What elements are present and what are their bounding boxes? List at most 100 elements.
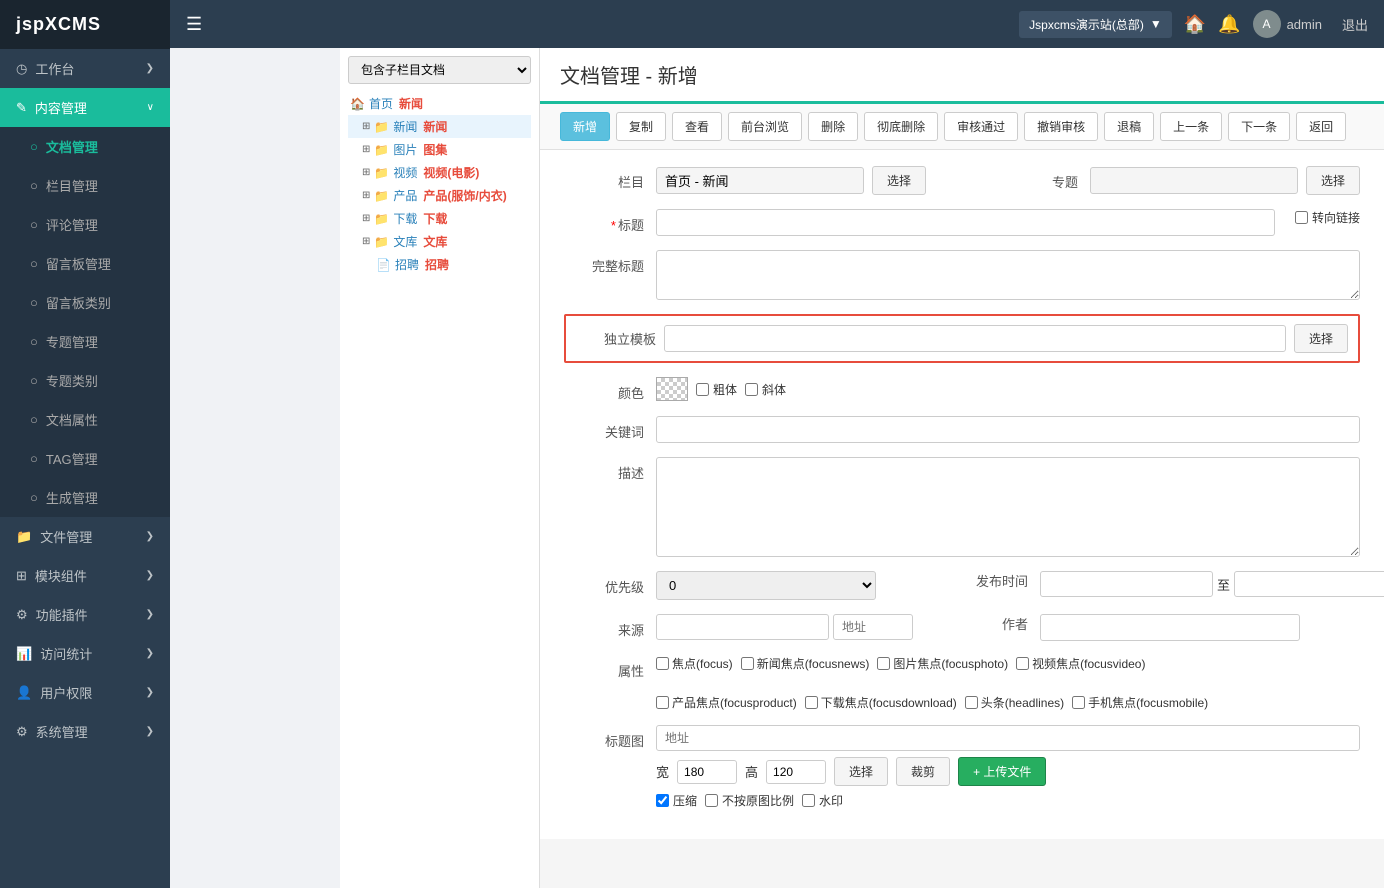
source-name-input[interactable] (656, 614, 829, 640)
watermark-checkbox[interactable] (802, 794, 815, 807)
tree-node-photo[interactable]: ⊞ 📁 图片 图集 (348, 138, 531, 161)
thumb-crop-button[interactable]: 裁剪 (896, 757, 950, 786)
delete-button[interactable]: 删除 (808, 112, 858, 141)
tree-node-label: 图片 (393, 141, 417, 158)
add-button[interactable]: 新增 (560, 112, 610, 141)
thumb-select-button[interactable]: 选择 (834, 757, 888, 786)
attr-focusproduct-checkbox[interactable] (656, 696, 669, 709)
sidebar-item-comment-mgr[interactable]: ○ 评论管理 (0, 205, 170, 244)
attr-focusvideo-checkbox[interactable] (1016, 657, 1029, 670)
preview-button[interactable]: 前台浏览 (728, 112, 802, 141)
keywords-input[interactable] (656, 416, 1360, 443)
file-doc-icon: 📄 (376, 258, 391, 272)
watermark-checkbox-group: 水印 (802, 792, 843, 809)
author-input[interactable] (1040, 614, 1300, 641)
italic-label: 斜体 (762, 381, 786, 398)
sidebar-item-file-mgr[interactable]: 📁 文件管理 ❯ (0, 517, 170, 556)
compress-checkbox[interactable] (656, 794, 669, 807)
back-button[interactable]: 返回 (1296, 112, 1346, 141)
no-ratio-checkbox[interactable] (705, 794, 718, 807)
attr-label: 属性 (564, 655, 644, 680)
site-selector[interactable]: Jspxcms演示站(总部) ▼ (1019, 11, 1172, 38)
delete-perm-button[interactable]: 彻底删除 (864, 112, 938, 141)
sidebar-item-guestbook-cat[interactable]: ○ 留言板类别 (0, 283, 170, 322)
attr-focusphoto: 图片焦点(focusphoto) (877, 655, 1008, 672)
italic-group: 斜体 (745, 381, 786, 398)
tree-node-suffix: 招聘 (425, 256, 449, 273)
source-addr-input[interactable] (833, 614, 913, 640)
priority-select[interactable]: 0 1 2 3 4 5 (656, 571, 876, 600)
tree-node-library[interactable]: ⊞ 📁 文库 文库 (348, 230, 531, 253)
sidebar-item-content[interactable]: ✎ 内容管理 ∨ (0, 88, 170, 127)
attr-focusdownload-checkbox[interactable] (805, 696, 818, 709)
standalone-input[interactable] (664, 325, 1286, 352)
sidebar-item-topic-cat[interactable]: ○ 专题类别 (0, 361, 170, 400)
tree-node-news[interactable]: ⊞ 📁 新闻 新闻 (348, 115, 531, 138)
circle-icon: ○ (30, 412, 38, 427)
sidebar-item-topic-mgr[interactable]: ○ 专题管理 (0, 322, 170, 361)
bold-checkbox[interactable] (696, 383, 709, 396)
sidebar-item-tag-mgr[interactable]: ○ TAG管理 (0, 439, 170, 478)
sidebar-item-plugin[interactable]: ⚙ 功能插件 ❯ (0, 595, 170, 634)
next-button[interactable]: 下一条 (1228, 112, 1290, 141)
bold-label: 粗体 (713, 381, 737, 398)
chevron-icon: ❯ (146, 726, 154, 737)
view-button[interactable]: 查看 (672, 112, 722, 141)
thumb-width-input[interactable] (677, 760, 737, 784)
attr-focusmobile-checkbox[interactable] (1072, 696, 1085, 709)
redirect-checkbox[interactable] (1295, 211, 1308, 224)
category-input[interactable] (656, 167, 864, 194)
sidebar-item-doc-attr[interactable]: ○ 文档属性 (0, 400, 170, 439)
title-input[interactable] (656, 209, 1275, 236)
sidebar-label: 专题管理 (46, 332, 98, 351)
logout-button[interactable]: 退出 (1342, 15, 1368, 34)
upload-button[interactable]: + 上传文件 (958, 757, 1046, 786)
tree-node-home[interactable]: 🏠 首页 新闻 (348, 92, 531, 115)
topic-input[interactable] (1090, 167, 1298, 194)
sidebar-item-module[interactable]: ⊞ 模块组件 ❯ (0, 556, 170, 595)
withdraw-button[interactable]: 退稿 (1104, 112, 1154, 141)
thumb-height-input[interactable] (766, 760, 826, 784)
publish-end-input[interactable] (1234, 571, 1384, 597)
tree-node-suffix: 新闻 (423, 118, 447, 135)
sidebar-label: 文件管理 (40, 527, 92, 546)
copy-button[interactable]: 复制 (616, 112, 666, 141)
sidebar-item-guestbook-mgr[interactable]: ○ 留言板管理 (0, 244, 170, 283)
bell-icon[interactable]: 🔔 (1218, 14, 1240, 35)
attr-headlines-checkbox[interactable] (965, 696, 978, 709)
hamburger-icon[interactable]: ☰ (186, 14, 202, 35)
sidebar-item-sys[interactable]: ⚙ 系统管理 ❯ (0, 712, 170, 751)
topic-label: 专题 (998, 166, 1078, 191)
sidebar-item-stats[interactable]: 📊 访问统计 ❯ (0, 634, 170, 673)
no-ratio-checkbox-group: 不按原图比例 (705, 792, 794, 809)
color-picker[interactable] (656, 377, 688, 401)
tree-node-video[interactable]: ⊞ 📁 视频 视频(电影) (348, 161, 531, 184)
topic-select-button[interactable]: 选择 (1306, 166, 1360, 195)
attr-focus-checkbox[interactable] (656, 657, 669, 670)
italic-checkbox[interactable] (745, 383, 758, 396)
category-select-button[interactable]: 选择 (872, 166, 926, 195)
attr-focusnews-checkbox[interactable] (741, 657, 754, 670)
full-title-textarea[interactable] (656, 250, 1360, 300)
desc-textarea[interactable] (656, 457, 1360, 557)
revoke-button[interactable]: 撤销审核 (1024, 112, 1098, 141)
sidebar-item-gen-mgr[interactable]: ○ 生成管理 (0, 478, 170, 517)
user-menu[interactable]: A admin (1253, 10, 1322, 38)
attr-focusphoto-checkbox[interactable] (877, 657, 890, 670)
publish-start-input[interactable] (1040, 571, 1213, 597)
approve-button[interactable]: 审核通过 (944, 112, 1018, 141)
standalone-select-button[interactable]: 选择 (1294, 324, 1348, 353)
tree-node-product[interactable]: ⊞ 📁 产品 产品(服饰/内衣) (348, 184, 531, 207)
sidebar-item-workbench[interactable]: ◷ 工作台 ❯ (0, 49, 170, 88)
home-icon[interactable]: 🏠 (1184, 14, 1206, 35)
desc-label: 描述 (564, 457, 644, 482)
tree-node-recruit[interactable]: 📄 招聘 招聘 (348, 253, 531, 276)
file-tree-select[interactable]: 包含子栏目文档 (348, 56, 531, 84)
sidebar-item-col-mgr[interactable]: ○ 栏目管理 (0, 166, 170, 205)
thumb-addr-input[interactable] (656, 725, 1360, 751)
sidebar-item-doc-mgr[interactable]: ○ 文档管理 (0, 127, 170, 166)
sidebar-item-users[interactable]: 👤 用户权限 ❯ (0, 673, 170, 712)
prev-button[interactable]: 上一条 (1160, 112, 1222, 141)
expand-icon: ⊞ (362, 236, 370, 247)
tree-node-download[interactable]: ⊞ 📁 下载 下载 (348, 207, 531, 230)
